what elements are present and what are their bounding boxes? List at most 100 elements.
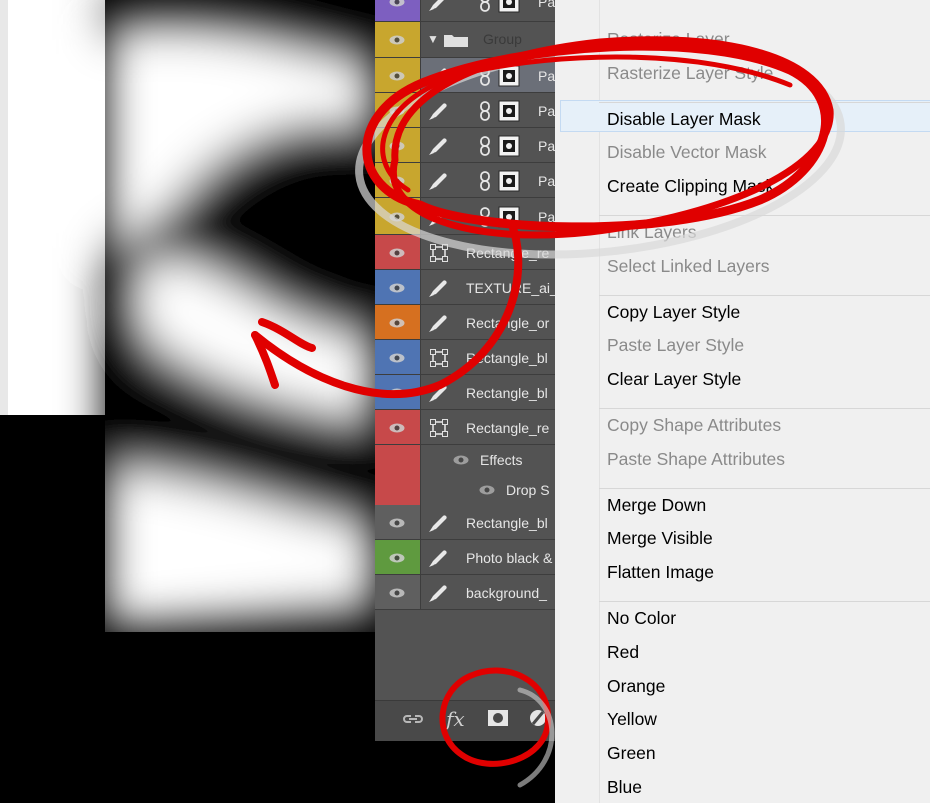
menu-item-copy-layer-style[interactable]: Copy Layer Style [607, 301, 740, 323]
shape-layer-icon [430, 349, 448, 367]
brush-icon [429, 550, 447, 567]
layer-row[interactable]: Drop S [375, 475, 555, 505]
menu-separator [599, 487, 930, 489]
layer-name: background_ [466, 585, 547, 601]
layer-name: Photo black & [466, 550, 553, 566]
menu-item-red[interactable]: Red [607, 641, 639, 663]
menu-separator [599, 601, 930, 602]
layer-row[interactable]: Photo black & [375, 540, 555, 575]
visibility-eye-icon[interactable] [389, 588, 405, 598]
layer-row[interactable]: Effects [375, 445, 555, 475]
layer-row[interactable]: Rectangle_or [375, 305, 555, 340]
layer-row[interactable]: Pa [375, 128, 555, 163]
add-mask-icon[interactable] [487, 709, 509, 727]
menu-item-disable-layer-mask[interactable]: Disable Layer Mask [607, 108, 761, 130]
menu-item-green[interactable]: Green [607, 742, 656, 764]
layer-row[interactable]: Rectangle_bl [375, 505, 555, 540]
menu-item-select-linked-layers[interactable]: Select Linked Layers [607, 255, 769, 277]
visibility-eye-icon[interactable] [389, 0, 405, 7]
layer-row[interactable]: Pa [375, 58, 555, 93]
visibility-eye-icon[interactable] [389, 176, 405, 186]
layer-row[interactable]: Rectangle_re [375, 410, 555, 445]
chain-link-icon[interactable] [479, 136, 491, 156]
menu-item-merge-down[interactable]: Merge Down [607, 494, 706, 516]
chain-link-icon[interactable] [479, 66, 491, 86]
menu-item-clear-layer-style[interactable]: Clear Layer Style [607, 368, 741, 390]
chain-link-icon[interactable] [479, 101, 491, 121]
visibility-eye-icon[interactable] [389, 212, 405, 222]
visibility-eye-icon[interactable] [389, 248, 405, 258]
layer-name: Pa [538, 68, 555, 84]
menu-item-no-color[interactable]: No Color [607, 607, 676, 629]
menu-item-orange[interactable]: Orange [607, 675, 665, 697]
menu-item-paste-layer-style[interactable]: Paste Layer Style [607, 334, 744, 356]
brush-icon [429, 585, 447, 602]
layer-mask-thumbnail[interactable] [498, 65, 520, 87]
menu-item-blue[interactable]: Blue [607, 776, 642, 798]
menu-item-flatten-image[interactable]: Flatten Image [607, 561, 714, 583]
layer-row[interactable]: Rectangle_bl [375, 375, 555, 410]
brush-icon [429, 515, 447, 532]
layer-mask-thumbnail[interactable] [498, 206, 520, 228]
layer-mask-thumbnail[interactable] [498, 170, 520, 192]
layer-name: Rectangle_bl [466, 350, 548, 366]
layers-panel: Pa ▼ Group Pa Pa Pa Pa Pa Rectangle_re TEXTURE_ai… [375, 0, 555, 740]
brush-icon [429, 103, 447, 120]
visibility-eye-icon[interactable] [389, 35, 405, 45]
layer-effect-name: Drop S [506, 482, 550, 498]
layer-row[interactable]: ▼ Group [375, 22, 555, 58]
layer-row[interactable]: Pa [375, 93, 555, 128]
visibility-eye-icon[interactable] [389, 353, 405, 363]
layer-row[interactable]: Rectangle_bl [375, 340, 555, 375]
chain-link-icon[interactable] [479, 171, 491, 191]
menu-item-rasterize-layer-style[interactable]: Rasterize Layer Style [607, 62, 773, 84]
menu-item-paste-shape-attributes[interactable]: Paste Shape Attributes [607, 448, 785, 470]
layer-color-label[interactable] [375, 445, 421, 475]
visibility-eye-icon[interactable] [389, 553, 405, 563]
layer-row[interactable]: Pa [375, 0, 555, 22]
visibility-eye-icon[interactable] [389, 106, 405, 116]
menu-item-disable-vector-mask[interactable]: Disable Vector Mask [607, 141, 767, 163]
document-canvas[interactable] [0, 0, 375, 803]
layer-name: TEXTURE_ai_ [466, 280, 555, 296]
brush-icon [429, 385, 447, 402]
adjustment-icon[interactable] [528, 708, 548, 728]
visibility-eye-icon[interactable] [389, 71, 405, 81]
fx-icon[interactable]: fx [446, 707, 465, 731]
layer-mask-thumbnail[interactable] [498, 135, 520, 157]
layer-name: Pa [538, 173, 555, 189]
effect-visibility-eye-icon[interactable] [479, 485, 495, 495]
visibility-eye-icon[interactable] [389, 423, 405, 433]
menu-item-merge-visible[interactable]: Merge Visible [607, 527, 713, 549]
layer-row[interactable]: Rectangle_re [375, 235, 555, 270]
visibility-eye-icon[interactable] [389, 141, 405, 151]
layer-row[interactable]: background_ [375, 575, 555, 610]
brush-icon [429, 280, 447, 297]
menu-item-create-clipping-mask[interactable]: Create Clipping Mask [607, 175, 774, 197]
layer-row[interactable]: Pa [375, 198, 555, 235]
layer-row[interactable]: TEXTURE_ai_ [375, 270, 555, 305]
menu-item-link-layers[interactable]: Link Layers [607, 221, 697, 243]
layer-row[interactable]: Pa [375, 163, 555, 198]
visibility-eye-icon[interactable] [389, 518, 405, 528]
menu-item-copy-shape-attributes[interactable]: Copy Shape Attributes [607, 414, 781, 436]
visibility-eye-icon[interactable] [389, 318, 405, 328]
menu-item-yellow[interactable]: Yellow [607, 708, 657, 730]
effects-visibility-eye-icon[interactable] [453, 455, 469, 465]
menu-separator [599, 294, 930, 296]
visibility-eye-icon[interactable] [389, 388, 405, 398]
link-icon[interactable] [402, 712, 424, 726]
layer-mask-thumbnail[interactable] [498, 0, 520, 13]
layer-context-menu: Rasterize Layer Rasterize Layer Style Disa… [555, 0, 930, 803]
layer-name: Rectangle_bl [466, 385, 548, 401]
brush-icon [429, 173, 447, 190]
chain-link-icon[interactable] [479, 0, 491, 12]
layer-color-label[interactable] [375, 475, 421, 505]
disclosure-triangle-icon[interactable]: ▼ [427, 32, 439, 46]
visibility-eye-icon[interactable] [389, 283, 405, 293]
chain-link-icon[interactable] [479, 207, 491, 227]
shape-layer-icon [430, 244, 448, 262]
layer-mask-thumbnail[interactable] [498, 100, 520, 122]
layer-name: Group [483, 31, 522, 47]
menu-item-rasterize-layer[interactable]: Rasterize Layer [607, 28, 730, 50]
